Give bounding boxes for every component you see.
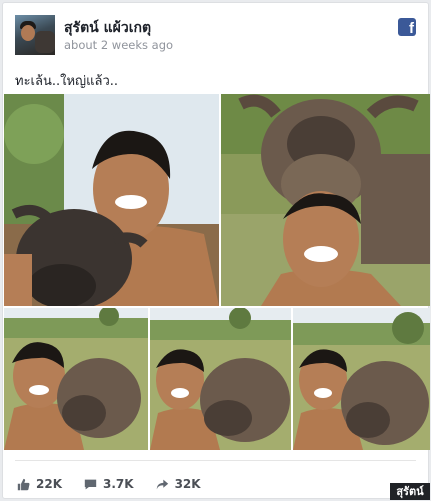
share-icon: [156, 479, 168, 489]
photo-man-selfie-with-buffalo-1[interactable]: [4, 94, 219, 306]
photo-man-hug-buffalo-2[interactable]: [150, 308, 291, 450]
shares-count[interactable]: 32K: [156, 477, 201, 491]
comment-icon: [84, 479, 97, 489]
comments-count[interactable]: 3.7K: [84, 477, 134, 491]
post-timestamp[interactable]: about 2 weeks ago: [64, 38, 173, 52]
shares-count-label: 32K: [174, 477, 201, 491]
post-text: ทะเล้น..ใหญ่แล้ว..: [15, 74, 119, 89]
likes-count-label: 22K: [36, 477, 62, 491]
author-name[interactable]: สุรัตน์ แผ้วเกตุ: [64, 17, 151, 39]
facebook-icon[interactable]: f: [398, 18, 416, 36]
facebook-post-card: สุรัตน์ แผ้วเกตุ about 2 weeks ago f ทะเ…: [2, 2, 430, 499]
likes-count[interactable]: 22K: [17, 477, 62, 491]
watermark: สุรัตน์: [390, 483, 430, 500]
photo-buffalo-above-man[interactable]: [221, 94, 430, 306]
photo-man-hug-buffalo-3[interactable]: [293, 308, 430, 450]
photo-man-hug-buffalo-1[interactable]: [4, 308, 148, 450]
like-icon: [17, 478, 30, 490]
divider: [15, 460, 416, 461]
author-avatar[interactable]: [15, 15, 55, 55]
engagement-stats: 22K 3.7K 32K: [17, 475, 223, 493]
comments-count-label: 3.7K: [103, 477, 134, 491]
